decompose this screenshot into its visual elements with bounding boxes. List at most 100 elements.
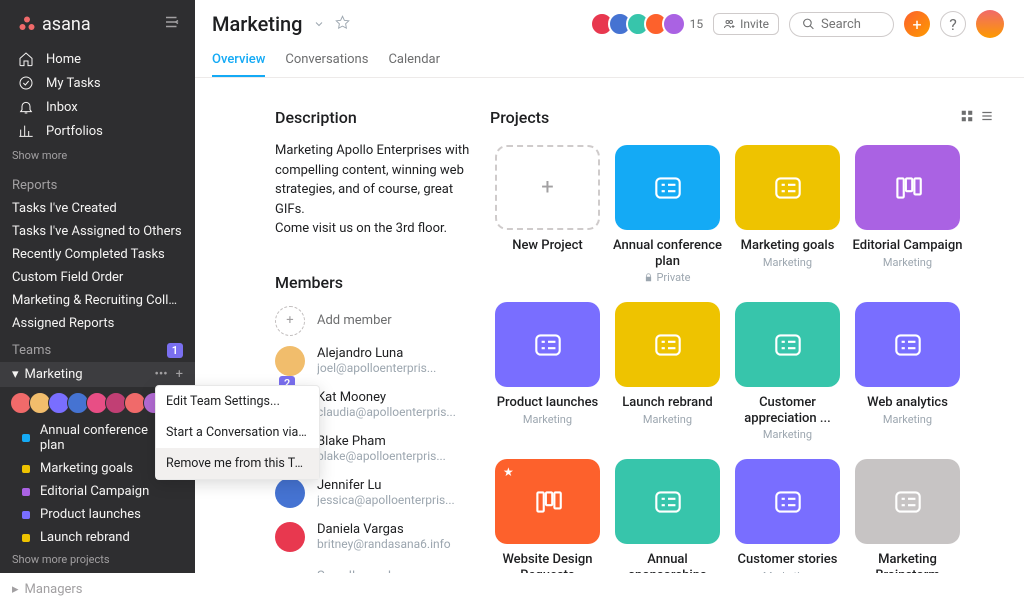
tab-calendar[interactable]: Calendar: [388, 46, 440, 77]
member-email: jessica@apolloenterpris...: [317, 493, 455, 507]
star-icon[interactable]: [335, 15, 350, 34]
description-text[interactable]: Marketing Apollo Enterprises with compel…: [275, 141, 480, 239]
description-line1: Marketing Apollo Enterprises with compel…: [275, 141, 480, 219]
quick-add-button[interactable]: +: [904, 11, 930, 37]
search-input[interactable]: [789, 12, 894, 37]
member-name: Blake Pham: [317, 434, 446, 449]
report-link[interactable]: Marketing & Recruiting Collab...: [0, 289, 195, 312]
member-avatar: [275, 522, 305, 552]
new-project-tile: +: [495, 145, 600, 230]
new-project-card[interactable]: + New Project: [490, 145, 605, 284]
managers-team[interactable]: ▸ Managers: [0, 574, 195, 601]
project-card[interactable]: Product launchesMarketing: [490, 302, 605, 441]
tab-conversations[interactable]: Conversations: [285, 46, 368, 77]
member-row[interactable]: Daniela Vargasbritney@randasana6.info: [275, 522, 480, 552]
invite-button[interactable]: Invite: [713, 13, 779, 35]
sidebar-project[interactable]: Product launches: [0, 503, 195, 526]
sidebar-item-home[interactable]: Home: [0, 47, 195, 71]
project-tile: ★: [495, 459, 600, 544]
sidebar-header: asana: [0, 0, 195, 45]
project-card[interactable]: Editorial CampaignMarketing: [850, 145, 965, 284]
sidebar-item-my-tasks[interactable]: My Tasks: [0, 71, 195, 95]
project-tile: [615, 459, 720, 544]
context-menu-item[interactable]: Start a Conversation via Email...: [156, 417, 319, 448]
project-card[interactable]: Customer storiesMarketing: [730, 459, 845, 573]
project-card[interactable]: Launch rebrand Marketing: [610, 302, 725, 441]
team-more-icon[interactable]: •••: [154, 367, 167, 382]
main-content: Marketing 15 Invite + ?: [195, 0, 1024, 573]
sidebar-project[interactable]: Editorial Campaign: [0, 480, 195, 503]
page-header: Marketing 15 Invite + ?: [195, 0, 1024, 78]
search-icon: [802, 17, 815, 31]
member-avatar: [275, 346, 305, 376]
caret-right-icon: ▸: [12, 582, 19, 597]
add-member-button[interactable]: + Add member: [275, 306, 480, 336]
page-title: Marketing: [212, 12, 303, 36]
project-card[interactable]: Annual conference plan Private: [610, 145, 725, 284]
project-card[interactable]: Web analyticsMarketing: [850, 302, 965, 441]
add-member-icon: +: [275, 306, 305, 336]
context-menu-item[interactable]: Edit Team Settings...: [156, 386, 319, 417]
project-card[interactable]: ★Website Design RequestsMarketing: [490, 459, 605, 573]
new-project-label: New Project: [512, 238, 583, 254]
project-tile: [615, 302, 720, 387]
project-name: Annual sponsorships: [610, 552, 725, 573]
description-heading: Description: [275, 108, 480, 127]
see-all-members[interactable]: ••• See all members: [275, 566, 480, 574]
member-name: Daniela Vargas: [317, 522, 451, 537]
caret-down-icon: ▾: [12, 367, 19, 382]
project-name: Marketing goals: [741, 238, 835, 254]
report-link[interactable]: Tasks I've Assigned to Others: [0, 220, 195, 243]
report-link[interactable]: Custom Field Order: [0, 266, 195, 289]
project-card[interactable]: Annual sponsorshipsMarketing: [610, 459, 725, 573]
project-card[interactable]: Marketing goalsMarketing: [730, 145, 845, 284]
description-line2: Come visit us on the 3rd floor.: [275, 219, 480, 239]
show-more-nav[interactable]: Show more: [0, 145, 195, 170]
sidebar-nav: HomeMy TasksInboxPortfolios: [0, 45, 195, 145]
project-name: Customer stories: [738, 552, 838, 568]
report-link[interactable]: Assigned Reports: [0, 312, 195, 335]
sidebar-item-inbox[interactable]: Inbox: [0, 95, 195, 119]
asana-logo[interactable]: asana: [18, 14, 91, 35]
team-marketing[interactable]: ▾ Marketing ••• +: [0, 362, 195, 387]
sidebar-item-portfolios[interactable]: Portfolios: [0, 119, 195, 143]
brand-text: asana: [42, 14, 91, 35]
header-avatar: [662, 12, 686, 36]
tab-overview[interactable]: Overview: [212, 46, 265, 77]
title-dropdown-icon[interactable]: [313, 15, 325, 34]
project-card[interactable]: Customer appreciation ...Marketing: [730, 302, 845, 441]
project-name: Web analytics: [867, 395, 948, 411]
list-view-icon[interactable]: [980, 108, 994, 127]
sidebar-project[interactable]: Launch rebrand: [0, 526, 195, 549]
project-card[interactable]: Marketing BrainstormMarketing: [850, 459, 965, 573]
asana-dots-icon: [18, 15, 36, 33]
star-icon: ★: [503, 465, 514, 479]
help-button[interactable]: ?: [940, 11, 966, 37]
project-name: Launch rebrand: [622, 395, 712, 411]
show-more-projects[interactable]: Show more projects: [0, 549, 195, 574]
search-field[interactable]: [821, 17, 881, 32]
report-link[interactable]: Tasks I've Created: [0, 197, 195, 220]
member-row[interactable]: Jennifer Lujessica@apolloenterpris...: [275, 478, 480, 508]
project-subtitle: Marketing: [763, 428, 812, 441]
project-subtitle: Marketing: [643, 413, 692, 426]
projects-heading: Projects: [490, 108, 549, 127]
managers-label: Managers: [25, 582, 83, 597]
reports-section-label: Reports: [0, 170, 195, 197]
project-tile: [735, 145, 840, 230]
project-subtitle: Marketing: [523, 413, 572, 426]
project-tile: [855, 302, 960, 387]
current-user-avatar[interactable]: [976, 10, 1004, 38]
member-avatars[interactable]: 15: [590, 12, 704, 36]
team-add-icon[interactable]: +: [176, 367, 183, 382]
context-menu-item[interactable]: Remove me from this Team: [156, 448, 319, 479]
members-heading: Members: [275, 273, 343, 292]
grid-view-icon[interactable]: [960, 108, 974, 127]
member-row[interactable]: Alejandro Lunajoel@apolloenterpris...: [275, 346, 480, 376]
team-name: Marketing: [25, 367, 83, 382]
project-tile: [495, 302, 600, 387]
report-link[interactable]: Recently Completed Tasks: [0, 243, 195, 266]
lock-icon: [644, 273, 653, 282]
member-email: blake@apolloenterpris...: [317, 449, 446, 463]
collapse-sidebar-icon[interactable]: [163, 13, 181, 35]
